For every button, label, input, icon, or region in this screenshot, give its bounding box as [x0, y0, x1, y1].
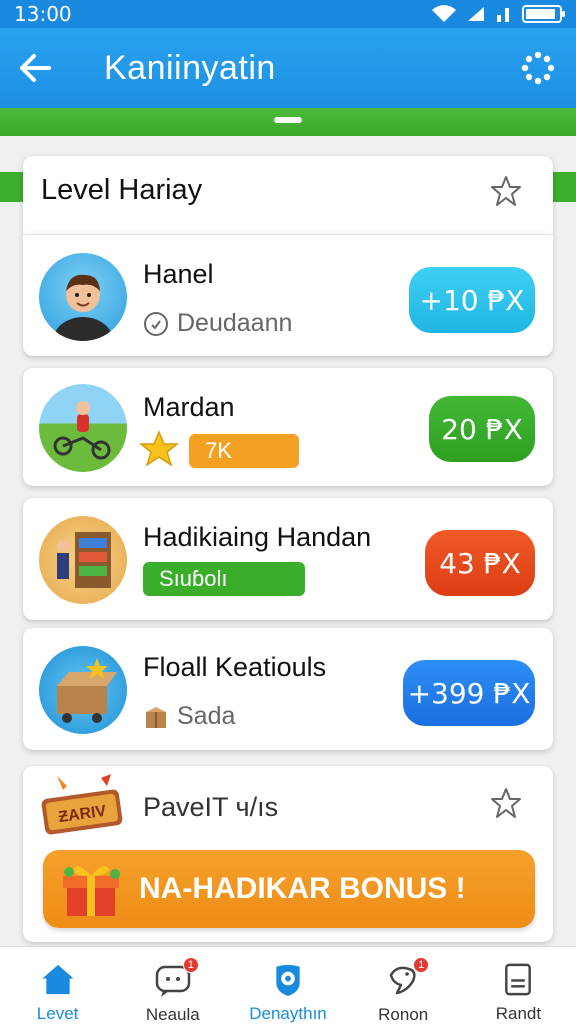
green-band	[0, 108, 576, 136]
status-time: 13:00	[14, 2, 72, 26]
status-icons	[432, 5, 565, 23]
chat-icon: 1	[153, 957, 199, 999]
nav-label: Ronon	[378, 1005, 429, 1024]
signal-bars-icon	[497, 8, 509, 22]
note-icon	[505, 963, 532, 996]
nav-item-levet[interactable]: Levet	[0, 947, 115, 1024]
nav-label: Denaythın	[249, 1004, 327, 1023]
bird-icon: 1	[383, 957, 430, 999]
list-item[interactable]: Hadikiaing Handan Sıuɓolı 43 ₱X	[23, 498, 553, 620]
drag-handle[interactable]	[274, 117, 302, 123]
nav-label: Randt	[495, 1004, 542, 1023]
row-title: Hadikiaing Handan	[143, 522, 372, 552]
row-title: Floall Keatiouls	[143, 652, 327, 682]
bonus-button-label: NA-HADIKAR BONUS !	[139, 872, 466, 905]
nav-label: Levet	[36, 1004, 79, 1023]
nav-item-randt[interactable]: Randt	[461, 947, 576, 1024]
nav-item-neaula[interactable]: 1 Neaula	[115, 947, 230, 1024]
price-button[interactable]: 43 ₱X	[425, 530, 535, 596]
price-button[interactable]: 20 ₱X	[429, 396, 535, 462]
home-icon	[42, 964, 74, 995]
row-title: Mardan	[143, 392, 235, 422]
avatar	[39, 646, 127, 734]
nav-item-denaythin[interactable]: Denaythın	[230, 947, 345, 1024]
star-badge-icon	[139, 430, 179, 467]
section-title: Level Hariay	[41, 174, 203, 206]
battery-icon	[522, 5, 565, 23]
price-button[interactable]: +399 ₱X	[403, 660, 535, 726]
star-icon[interactable]	[489, 786, 523, 820]
signal-icon	[468, 7, 484, 21]
treasure-chest-icon: ƵARIV	[41, 774, 123, 835]
gift-icon	[63, 866, 120, 916]
section-header: Level Hariay	[23, 156, 553, 234]
avatar	[39, 253, 127, 341]
star-icon[interactable]	[489, 174, 523, 208]
bonus-button[interactable]: NA-HADIKAR BONUS !	[43, 850, 535, 928]
row-subtitle: Deudaann	[143, 309, 292, 338]
avatar	[39, 384, 127, 472]
status-bar: 13:00	[0, 0, 576, 28]
bonus-title: PaveIT ч/ıs	[143, 792, 279, 822]
notification-badge: 1	[413, 957, 430, 973]
back-icon[interactable]	[0, 28, 70, 108]
clock-icon	[144, 311, 168, 336]
wifi-icon	[432, 5, 456, 22]
nav-label: Neaula	[145, 1005, 200, 1024]
xp-tag: 7K	[189, 434, 299, 468]
list-item[interactable]: Hanel Deudaann +10 ₱X	[23, 234, 553, 356]
nav-item-ronon[interactable]: 1 Ronon	[346, 947, 461, 1024]
notification-badge: 1	[182, 957, 199, 973]
bottom-nav: Levet 1 Neaula Denaythın 1 Ronon Randt	[0, 946, 576, 1024]
row-subtitle: Sada	[143, 702, 235, 731]
price-button[interactable]: +10 ₱X	[409, 267, 535, 333]
loading-dots-icon[interactable]	[520, 50, 556, 86]
status-tag: Sıuɓolı	[143, 562, 305, 596]
bonus-card: ƵARIV PaveIT ч/ıs NA-HADIKAR BONUS !	[23, 766, 553, 942]
shield-icon	[276, 964, 300, 997]
list-item[interactable]: Floall Keatiouls Sada +399 ₱X	[23, 628, 553, 750]
list-item[interactable]: Mardan 7K 20 ₱X	[23, 368, 553, 486]
row-title: Hanel	[143, 259, 214, 289]
app-title: Kaniinyatin	[104, 48, 276, 87]
avatar	[39, 516, 127, 604]
app-bar: Kaniinyatin	[0, 28, 576, 108]
box-icon	[146, 706, 166, 728]
